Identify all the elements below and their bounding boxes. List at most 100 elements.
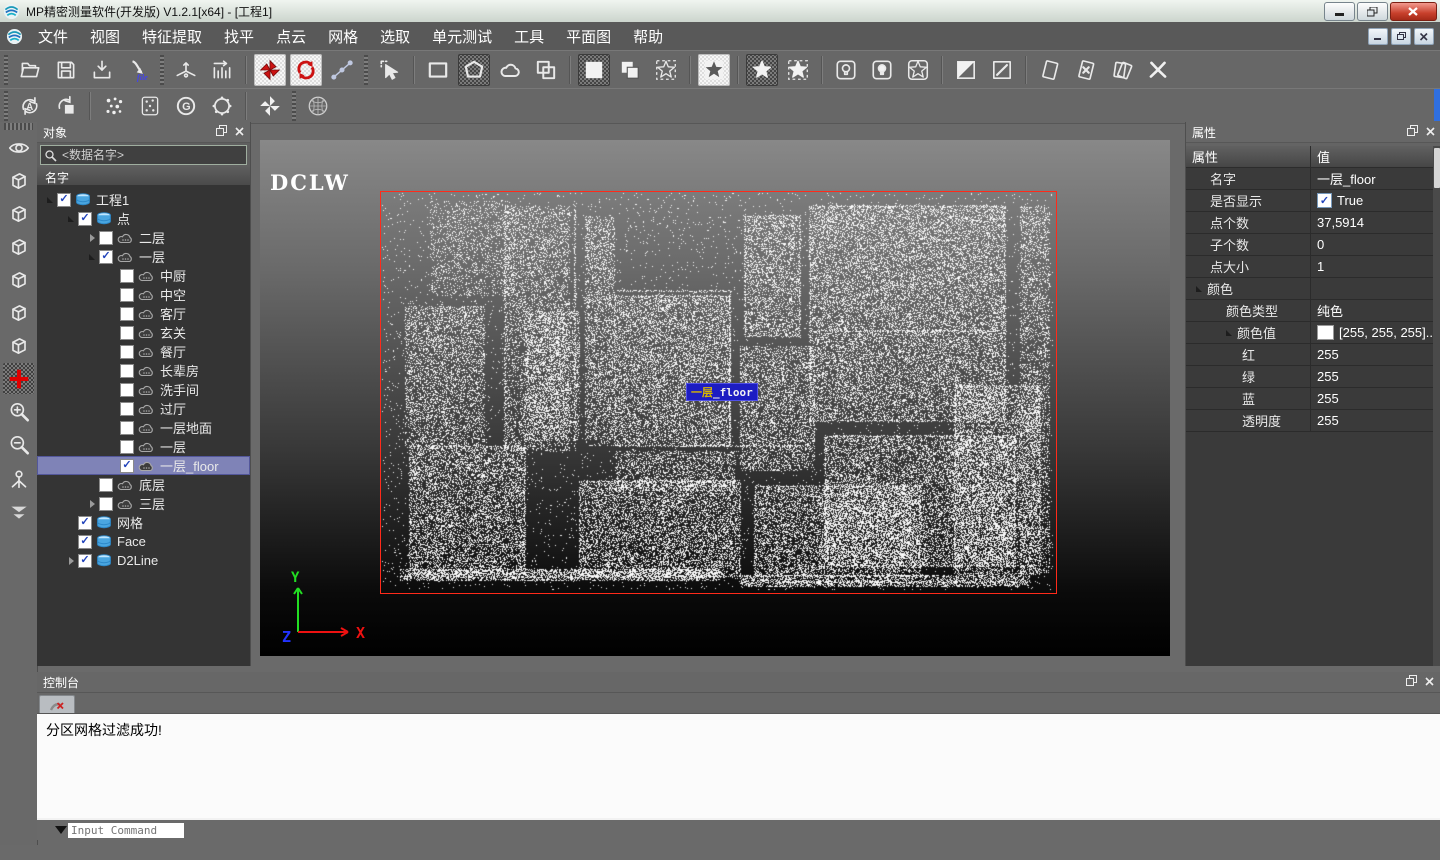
transa-icon[interactable]: A bbox=[14, 90, 46, 122]
float-panel-icon[interactable] bbox=[1407, 125, 1418, 139]
close-button[interactable] bbox=[1390, 2, 1437, 21]
properties-scrollbar[interactable] bbox=[1433, 146, 1440, 666]
lassoselect-icon[interactable] bbox=[494, 54, 526, 86]
starremove-icon[interactable] bbox=[782, 54, 814, 86]
starkeep-icon[interactable] bbox=[746, 54, 778, 86]
level-icon[interactable] bbox=[170, 54, 202, 86]
color-swatch[interactable] bbox=[1317, 325, 1334, 340]
globe-icon[interactable] bbox=[302, 90, 334, 122]
visibility-checkbox[interactable] bbox=[120, 307, 134, 321]
float-panel-icon[interactable] bbox=[216, 125, 227, 139]
tree-item-客厅[interactable]: 客厅 bbox=[37, 304, 250, 323]
tree-item-一层[interactable]: ✓一层 bbox=[37, 247, 250, 266]
cuttool-icon[interactable] bbox=[1142, 54, 1174, 86]
command-dropdown-icon[interactable] bbox=[55, 826, 67, 834]
visibility-checkbox[interactable]: ✓ bbox=[120, 459, 134, 473]
polyline-icon[interactable] bbox=[326, 54, 358, 86]
visibility-checkbox[interactable] bbox=[120, 421, 134, 435]
close-panel-icon[interactable] bbox=[1425, 675, 1434, 689]
collapse-icon[interactable] bbox=[1196, 286, 1202, 292]
tree-item-过厅[interactable]: 过厅 bbox=[37, 399, 250, 418]
command-input[interactable] bbox=[68, 823, 184, 838]
save-icon[interactable] bbox=[50, 54, 82, 86]
refreshred-icon[interactable] bbox=[290, 54, 322, 86]
object-search-input[interactable] bbox=[60, 147, 243, 163]
tree-item-一层[interactable]: 一层 bbox=[37, 437, 250, 456]
tree-item-中空[interactable]: 中空 bbox=[37, 285, 250, 304]
cube-icon[interactable] bbox=[3, 165, 34, 196]
pinwheelred-icon[interactable] bbox=[254, 54, 286, 86]
visibility-checkbox[interactable]: ✓ bbox=[57, 193, 71, 207]
menu-item-3[interactable]: 特征提取 bbox=[131, 22, 213, 51]
tree-item-一层地面[interactable]: 一层地面 bbox=[37, 418, 250, 437]
menu-item-1[interactable]: 文件 bbox=[27, 22, 79, 51]
pickaxis-icon[interactable] bbox=[3, 462, 34, 493]
visibility-checkbox[interactable]: ✓ bbox=[78, 554, 92, 568]
property-row-颜色值[interactable]: 颜色值[255, 255, 255]... bbox=[1186, 322, 1440, 344]
property-row-名字[interactable]: 名字一层_floor bbox=[1186, 168, 1440, 190]
cube-icon[interactable] bbox=[3, 264, 34, 295]
transbox-icon[interactable] bbox=[50, 90, 82, 122]
visibility-checkbox[interactable] bbox=[120, 402, 134, 416]
viewport-3d[interactable]: DCLW 一层_floor Y X Z bbox=[260, 140, 1170, 656]
mdi-restore-button[interactable] bbox=[1391, 28, 1411, 45]
toolbar-grip[interactable] bbox=[160, 55, 164, 85]
import-icon[interactable] bbox=[86, 54, 118, 86]
property-row-点个数[interactable]: 点个数37,5914 bbox=[1186, 212, 1440, 234]
visibility-checkbox[interactable] bbox=[120, 345, 134, 359]
plane-icon[interactable] bbox=[1034, 54, 1066, 86]
visibility-checkbox[interactable] bbox=[120, 288, 134, 302]
menu-item-6[interactable]: 网格 bbox=[317, 22, 369, 51]
tree-item-餐厅[interactable]: 餐厅 bbox=[37, 342, 250, 361]
mdi-close-button[interactable] bbox=[1414, 28, 1434, 45]
tree-item-玄关[interactable]: 玄关 bbox=[37, 323, 250, 342]
properties-column-header-2[interactable]: 值 bbox=[1311, 146, 1440, 168]
maximize-button[interactable] bbox=[1357, 2, 1388, 21]
tree-item-中厨[interactable]: 中厨 bbox=[37, 266, 250, 285]
property-row-透明度[interactable]: 透明度255 bbox=[1186, 410, 1440, 432]
tree-item-底层[interactable]: 底层 bbox=[37, 475, 250, 494]
menu-item-10[interactable]: 平面图 bbox=[555, 22, 622, 51]
menu-item-7[interactable]: 选取 bbox=[369, 22, 421, 51]
tree-item-洗手间[interactable]: 洗手间 bbox=[37, 380, 250, 399]
menu-item-5[interactable]: 点云 bbox=[265, 22, 317, 51]
visibility-checkbox[interactable]: ✓ bbox=[78, 535, 92, 549]
eye-icon[interactable] bbox=[3, 132, 34, 163]
property-row-颜色类型[interactable]: 颜色类型纯色 bbox=[1186, 300, 1440, 322]
toolbar-grip[interactable] bbox=[4, 123, 33, 130]
cube-icon[interactable] bbox=[3, 231, 34, 262]
expand-icon[interactable] bbox=[85, 231, 99, 245]
expand-icon[interactable] bbox=[64, 554, 78, 568]
close-panel-icon[interactable] bbox=[235, 125, 244, 139]
tree-item-Face[interactable]: ✓Face bbox=[37, 532, 250, 551]
scatterbox-icon[interactable] bbox=[134, 90, 166, 122]
properties-column-header-1[interactable]: 属性 bbox=[1186, 146, 1311, 168]
expand-icon[interactable] bbox=[85, 497, 99, 511]
exportfile-icon[interactable]: file bbox=[122, 54, 154, 86]
cube-icon[interactable] bbox=[3, 330, 34, 361]
polygonselect-icon[interactable] bbox=[458, 54, 490, 86]
toolbar-grip[interactable] bbox=[4, 55, 8, 85]
starinvert-icon[interactable] bbox=[698, 54, 730, 86]
toolbar-grip[interactable] bbox=[4, 91, 8, 121]
tree-item-网格[interactable]: ✓网格 bbox=[37, 513, 250, 532]
tree-item-工程1[interactable]: ✓工程1 bbox=[37, 190, 250, 209]
open-icon[interactable] bbox=[14, 54, 46, 86]
menu-item-9[interactable]: 工具 bbox=[503, 22, 555, 51]
zoomin-icon[interactable] bbox=[3, 396, 34, 427]
cube-icon[interactable] bbox=[3, 297, 34, 328]
selectarrow-icon[interactable] bbox=[374, 54, 406, 86]
property-row-红[interactable]: 红255 bbox=[1186, 344, 1440, 366]
rectselect-icon[interactable] bbox=[422, 54, 454, 86]
property-row-子个数[interactable]: 子个数0 bbox=[1186, 234, 1440, 256]
cube-icon[interactable] bbox=[3, 198, 34, 229]
property-row-点大小[interactable]: 点大小1 bbox=[1186, 256, 1440, 278]
tree-item-D2Line[interactable]: ✓D2Line bbox=[37, 551, 250, 570]
collapse-icon[interactable] bbox=[85, 250, 99, 264]
fillselect-icon[interactable] bbox=[578, 54, 610, 86]
diagonal-icon[interactable] bbox=[986, 54, 1018, 86]
tree-item-一层_floor[interactable]: ✓一层_floor bbox=[37, 456, 250, 475]
visibility-checkbox[interactable] bbox=[120, 440, 134, 454]
collapse-icon[interactable] bbox=[1226, 330, 1232, 336]
bulbon-icon[interactable] bbox=[866, 54, 898, 86]
